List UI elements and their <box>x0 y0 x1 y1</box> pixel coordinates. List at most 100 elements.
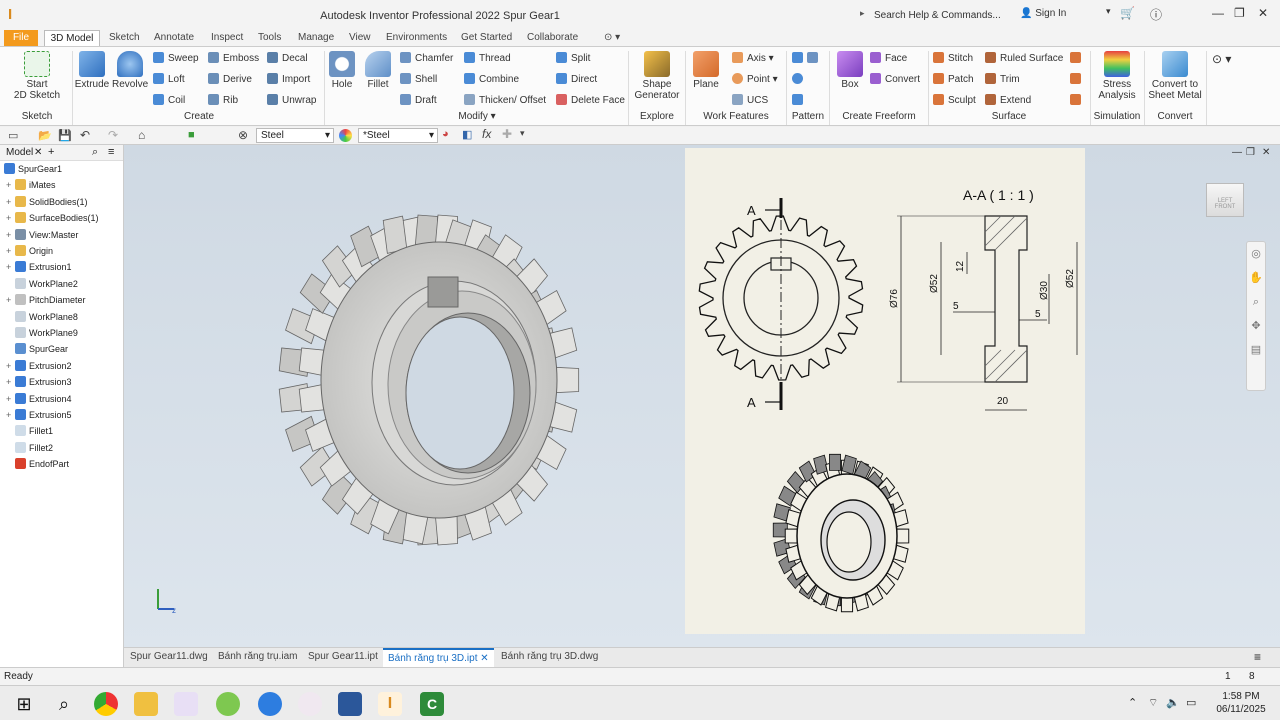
viewport-close-button[interactable]: ✕ <box>1262 147 1270 158</box>
draft-button[interactable]: Draft <box>400 94 437 106</box>
cart-icon[interactable]: 🛒 <box>1120 6 1135 20</box>
expand-icon[interactable]: + <box>6 361 15 371</box>
face-button[interactable]: Face <box>870 52 907 64</box>
viewport-restore-button[interactable]: ❐ <box>1246 147 1255 158</box>
dropdown-icon[interactable]: ▾ <box>1106 6 1111 17</box>
circular-pattern-icon[interactable] <box>792 73 807 85</box>
pan-icon[interactable]: ✋ <box>1247 266 1265 290</box>
tree-item[interactable]: + View:Master <box>0 228 78 245</box>
convert-freeform-button[interactable]: Convert <box>870 73 920 85</box>
home-icon[interactable]: ⌂ <box>138 128 145 142</box>
close-button[interactable]: ✕ <box>1258 6 1268 20</box>
tree-item[interactable]: + SurfaceBodies(1) <box>0 212 99 228</box>
tree-item[interactable]: + SolidBodies(1) <box>0 195 88 212</box>
update-icon[interactable]: ■ <box>188 129 195 141</box>
expand-icon[interactable]: + <box>6 410 15 420</box>
appearance-select[interactable]: *Steel ▾ <box>358 128 438 143</box>
sign-in-button[interactable]: 👤 Sign In <box>1020 8 1066 19</box>
split-button[interactable]: Split <box>556 52 590 64</box>
sculpt-button[interactable]: Sculpt <box>933 94 976 106</box>
trim-button[interactable]: Trim <box>985 73 1020 85</box>
expand-icon[interactable]: + <box>6 180 15 190</box>
tree-item[interactable]: + Extrusion3 <box>0 376 72 392</box>
tree-item[interactable]: WorkPlane2 <box>0 277 78 294</box>
tree-item[interactable]: + PitchDiameter <box>0 294 86 310</box>
gear-3d-model[interactable] <box>274 195 604 555</box>
appearance-icon[interactable] <box>339 129 352 142</box>
expand-icon[interactable]: + <box>6 295 15 305</box>
extend-button[interactable]: Extend <box>985 94 1031 106</box>
derive-button[interactable]: Derive <box>208 73 252 85</box>
shell-button[interactable]: Shell <box>400 73 437 85</box>
doc-tab-spur-gear11-ipt[interactable]: Spur Gear11.ipt <box>308 651 378 662</box>
expand-icon[interactable]: + <box>6 213 15 223</box>
viewcube[interactable]: LEFT FRONT <box>1206 183 1244 217</box>
sweep-button[interactable]: Sweep <box>153 52 199 64</box>
rib-button[interactable]: Rib <box>208 94 238 106</box>
combine-button[interactable]: Combine <box>464 73 519 85</box>
look-at-icon[interactable]: ▤ <box>1247 338 1265 362</box>
redo-icon[interactable]: ↷ <box>108 128 118 142</box>
new-icon[interactable]: ▭ <box>8 129 18 142</box>
open-icon[interactable]: 📂 <box>38 129 52 142</box>
ucs-button[interactable]: UCS <box>732 94 768 106</box>
tab-view[interactable]: View <box>349 32 371 43</box>
group-modify-label[interactable]: Modify ▾ <box>326 111 628 122</box>
search-icon[interactable]: ⌕ <box>92 146 98 159</box>
tree-item[interactable]: + Origin <box>0 245 53 261</box>
app-icon[interactable] <box>298 692 322 716</box>
expand-icon[interactable]: + <box>6 377 15 387</box>
customize-icon[interactable]: ▾ <box>520 128 525 139</box>
wifi-icon[interactable]: ⌔ <box>1148 696 1158 710</box>
zalo-icon[interactable] <box>258 692 282 716</box>
file-explorer-icon[interactable] <box>134 692 158 716</box>
tab-tools[interactable]: Tools <box>258 32 281 43</box>
emboss-button[interactable]: Emboss <box>208 52 259 64</box>
direct-button[interactable]: Direct <box>556 73 597 85</box>
expand-icon[interactable]: + <box>6 262 15 272</box>
ribbon-options-icon[interactable]: ⊙ ▾ <box>1212 52 1231 66</box>
tab-sketch[interactable]: Sketch <box>109 32 140 43</box>
close-tab-icon[interactable]: ✕ <box>480 653 488 664</box>
thread-button[interactable]: Thread <box>464 52 511 64</box>
expand-icon[interactable]: + <box>6 230 15 240</box>
tab-annotate[interactable]: Annotate <box>154 32 194 43</box>
tree-item[interactable]: + Extrusion1 <box>0 261 72 277</box>
chamfer-button[interactable]: Chamfer <box>400 52 453 64</box>
tree-item[interactable]: + iMates <box>0 179 56 195</box>
restore-button[interactable]: ❐ <box>1234 6 1245 20</box>
expand-icon[interactable]: + <box>6 394 15 404</box>
help-icon[interactable]: ⓘ <box>1150 6 1162 23</box>
app-icon[interactable] <box>174 692 198 716</box>
tree-item[interactable]: SpurGear1 <box>0 163 62 179</box>
search-icon[interactable]: ⌕ <box>52 692 76 716</box>
rectangular-pattern-icon[interactable] <box>792 52 822 64</box>
hole-button[interactable]: Hole <box>327 51 357 90</box>
doc-tab-spur-gear11-dwg[interactable]: Spur Gear11.dwg <box>130 651 208 662</box>
axis-button[interactable]: Axis ▾ <box>732 52 774 64</box>
shape-generator-button[interactable]: Shape Generator <box>632 51 682 101</box>
tab-3d-model[interactable]: 3D Model <box>44 30 100 46</box>
zoom-icon[interactable]: ⌕ <box>1247 290 1265 314</box>
tab-environments[interactable]: Environments <box>386 32 447 43</box>
surface-tool-icon[interactable] <box>1070 52 1085 64</box>
thicken-offset-button[interactable]: Thicken/ Offset <box>464 94 546 106</box>
fillet-button[interactable]: Fillet <box>362 51 394 90</box>
tab-file[interactable]: File <box>4 30 38 46</box>
sketch-pattern-icon[interactable] <box>792 94 807 106</box>
tree-item[interactable]: Fillet2 <box>0 441 53 458</box>
menu-icon[interactable]: ≡ <box>108 146 114 158</box>
add-icon[interactable]: + <box>48 146 54 158</box>
tab-collaborate[interactable]: Collaborate <box>527 32 578 43</box>
search-input[interactable]: Search Help & Commands... <box>858 7 1018 24</box>
ruled-surface-button[interactable]: Ruled Surface <box>985 52 1063 64</box>
adjust-icon[interactable]: ◕ <box>442 128 449 140</box>
doc-tab-banh-rang-tru-3d-ipt[interactable]: Bánh răng trụ 3D.ipt ✕ <box>383 648 494 668</box>
doc-tab-banh-rang-tru-3d-dwg[interactable]: Bánh răng trụ 3D.dwg <box>501 651 598 662</box>
stress-analysis-button[interactable]: Stress Analysis <box>1094 51 1140 101</box>
tree-item[interactable]: EndofPart <box>0 458 69 474</box>
delete-face-button[interactable]: Delete Face <box>556 94 625 106</box>
viewport-minimize-button[interactable]: — <box>1232 147 1242 158</box>
import-button[interactable]: Import <box>267 73 310 85</box>
orbit-icon[interactable]: ✥ <box>1247 314 1265 338</box>
